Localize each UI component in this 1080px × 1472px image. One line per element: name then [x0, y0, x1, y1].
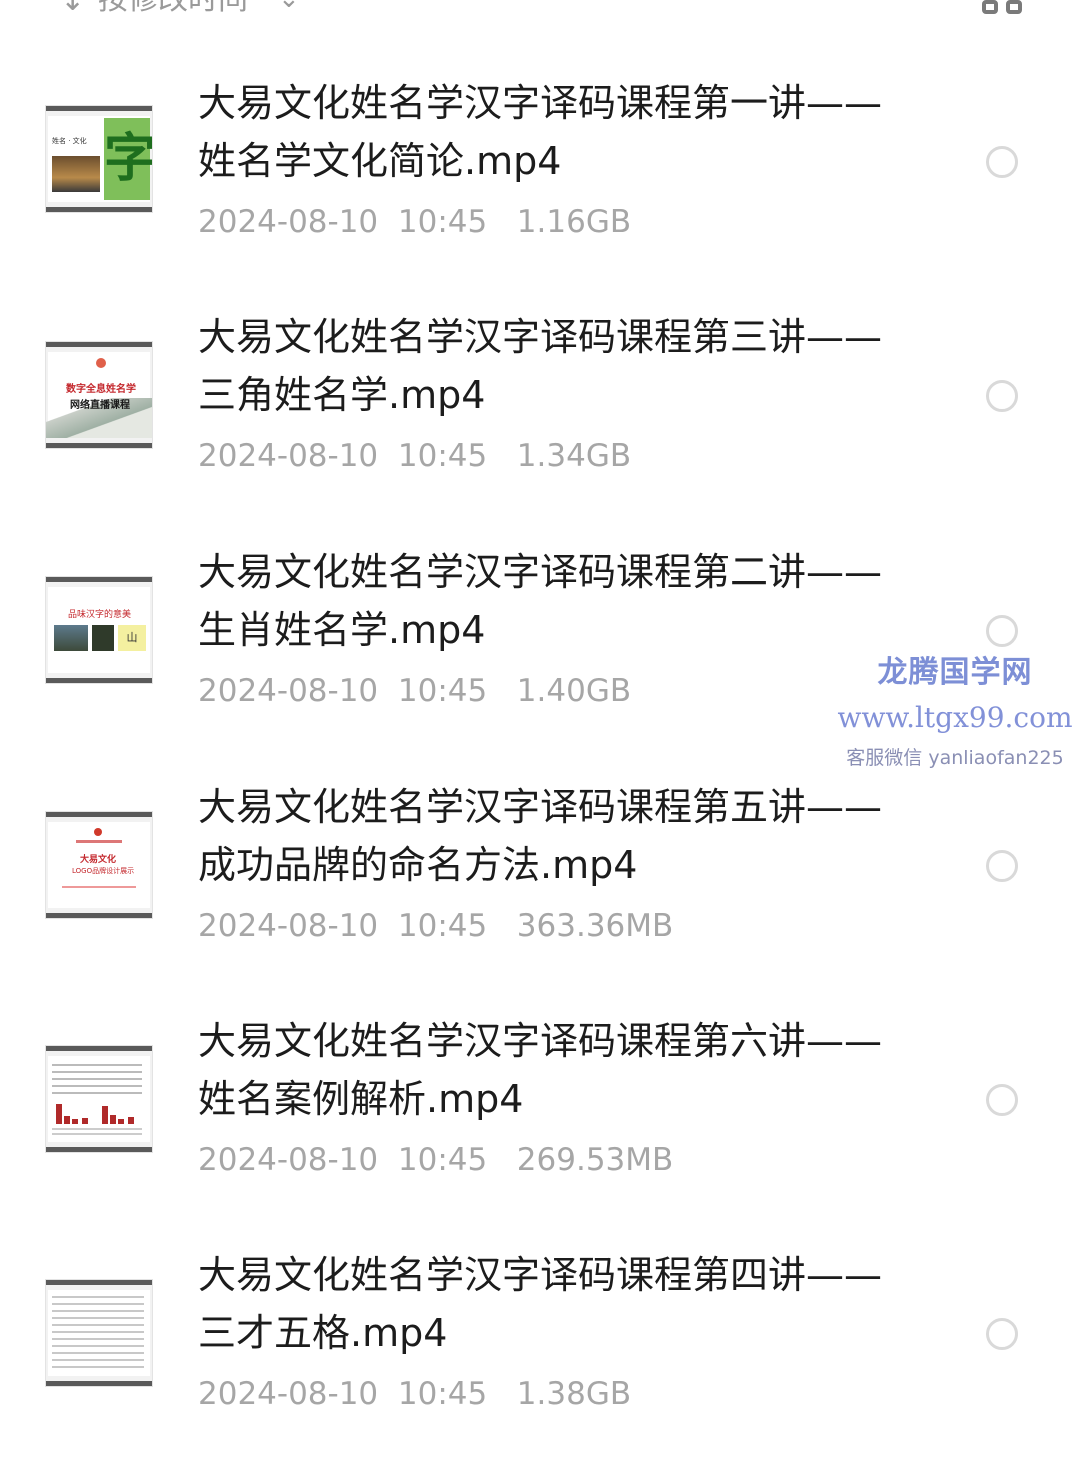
file-size: 1.16GB — [516, 204, 632, 240]
file-name: 大易文化姓名学汉字译码课程第五讲——成功品牌的命名方法.mp4 — [198, 785, 883, 887]
select-radio[interactable] — [986, 850, 1018, 882]
watermark-contact: 客服微信 yanliaofan225 — [846, 747, 1064, 769]
video-thumbnail: 姓名 · 文化 字 — [46, 106, 152, 212]
thumbnail-text: 字 — [104, 118, 152, 200]
file-name: 大易文化姓名学汉字译码课程第四讲——三才五格.mp4 — [198, 1253, 883, 1355]
file-size: 269.53MB — [516, 1142, 674, 1178]
file-size: 363.36MB — [516, 908, 674, 944]
grid-view-icon[interactable] — [982, 0, 1026, 18]
sort-bar: ↓ 按修改时间 ⌄ — [0, 0, 1080, 40]
watermark-url: www.ltgx99.com — [837, 701, 1073, 734]
video-thumbnail: 数字全息姓名学 网络直播课程 — [46, 342, 152, 448]
file-date: 2024-08-10 — [198, 908, 379, 944]
video-thumbnail: 大易文化 LOGO品牌设计展示 — [46, 812, 152, 918]
watermark-title: 龙腾国学网 — [877, 655, 1033, 690]
file-date: 2024-08-10 — [198, 1376, 379, 1412]
file-time: 10:45 — [397, 204, 488, 240]
file-date: 2024-08-10 — [198, 673, 379, 709]
file-date: 2024-08-10 — [198, 1142, 379, 1178]
sort-label[interactable]: 按修改时间 — [98, 0, 248, 18]
list-item[interactable]: 大易文化姓名学汉字译码课程第六讲——姓名案例解析.mp4 2024-08-10 … — [0, 1004, 1080, 1238]
chevron-down-icon[interactable]: ⌄ — [278, 0, 300, 14]
file-meta: 2024-08-10 10:45 1.38GB — [198, 1376, 631, 1412]
select-radio[interactable] — [986, 1318, 1018, 1350]
file-size: 1.38GB — [516, 1376, 632, 1412]
file-time: 10:45 — [397, 673, 488, 709]
file-meta: 2024-08-10 10:45 1.16GB — [198, 204, 631, 240]
list-item[interactable]: 姓名 · 文化 字 大易文化姓名学汉字译码课程第一讲——姓名学文化简论.mp4 … — [0, 66, 1080, 300]
file-meta: 2024-08-10 10:45 363.36MB — [198, 908, 673, 944]
file-date: 2024-08-10 — [198, 438, 379, 474]
file-meta: 2024-08-10 10:45 269.53MB — [198, 1142, 673, 1178]
file-time: 10:45 — [397, 1142, 488, 1178]
video-thumbnail — [46, 1046, 152, 1152]
video-thumbnail: 品味汉字的意美 山 — [46, 577, 152, 683]
file-date: 2024-08-10 — [198, 204, 379, 240]
sort-down-arrow-icon[interactable]: ↓ — [60, 0, 85, 16]
file-time: 10:45 — [397, 438, 488, 474]
list-item[interactable]: 大易文化 LOGO品牌设计展示 大易文化姓名学汉字译码课程第五讲——成功品牌的命… — [0, 770, 1080, 1004]
file-meta: 2024-08-10 10:45 1.40GB — [198, 673, 631, 709]
file-meta: 2024-08-10 10:45 1.34GB — [198, 438, 631, 474]
select-radio[interactable] — [986, 380, 1018, 412]
watermark: 龙腾国学网 www.ltgx99.com 客服微信 yanliaofan225 — [830, 652, 1080, 772]
select-radio[interactable] — [986, 615, 1018, 647]
file-name: 大易文化姓名学汉字译码课程第六讲——姓名案例解析.mp4 — [198, 1019, 883, 1121]
file-name: 大易文化姓名学汉字译码课程第三讲——三角姓名学.mp4 — [198, 315, 883, 417]
file-time: 10:45 — [397, 908, 488, 944]
list-item[interactable]: 数字全息姓名学 网络直播课程 大易文化姓名学汉字译码课程第三讲——三角姓名学.m… — [0, 300, 1080, 534]
select-radio[interactable] — [986, 1084, 1018, 1116]
file-size: 1.40GB — [516, 673, 632, 709]
file-name: 大易文化姓名学汉字译码课程第一讲——姓名学文化简论.mp4 — [198, 81, 883, 183]
file-name: 大易文化姓名学汉字译码课程第二讲——生肖姓名学.mp4 — [198, 550, 883, 652]
file-size: 1.34GB — [516, 438, 632, 474]
video-thumbnail — [46, 1280, 152, 1386]
select-radio[interactable] — [986, 146, 1018, 178]
file-time: 10:45 — [397, 1376, 488, 1412]
